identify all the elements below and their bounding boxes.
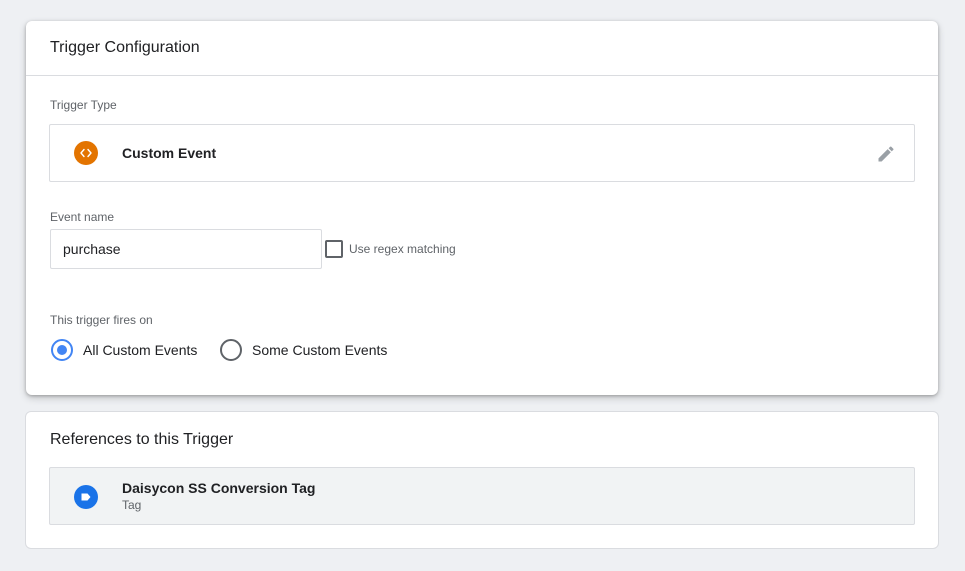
- radio-all-custom-events[interactable]: All Custom Events: [51, 339, 197, 361]
- trigger-type-name: Custom Event: [122, 145, 217, 161]
- event-name-label: Event name: [50, 210, 115, 224]
- references-card: References to this Trigger Daisycon SS C…: [25, 411, 939, 549]
- references-title: References to this Trigger: [50, 431, 234, 448]
- reference-type: Tag: [122, 498, 142, 512]
- radio-button[interactable]: [220, 339, 242, 361]
- trigger-configuration-card: Trigger Configuration Trigger Type Custo…: [26, 21, 938, 395]
- edit-trigger-type-button[interactable]: [874, 142, 898, 166]
- radio-some-custom-events[interactable]: Some Custom Events: [220, 339, 387, 361]
- pencil-icon: [876, 144, 896, 164]
- regex-checkbox[interactable]: [325, 240, 343, 258]
- fires-on-label: This trigger fires on: [50, 313, 153, 327]
- regex-checkbox-row[interactable]: Use regex matching: [325, 240, 456, 258]
- radio-label: Some Custom Events: [252, 342, 388, 358]
- trigger-type-label: Trigger Type: [50, 98, 117, 112]
- reference-name: Daisycon SS Conversion Tag: [122, 480, 316, 496]
- tag-icon: [74, 485, 98, 509]
- radio-label: All Custom Events: [83, 342, 198, 358]
- config-title: Trigger Configuration: [50, 39, 200, 56]
- radio-button-selected[interactable]: [51, 339, 73, 361]
- regex-checkbox-label: Use regex matching: [349, 242, 456, 256]
- reference-item[interactable]: Daisycon SS Conversion Tag Tag: [49, 467, 915, 525]
- trigger-type-box[interactable]: Custom Event: [49, 124, 915, 182]
- config-header: Trigger Configuration: [26, 21, 938, 76]
- event-name-input[interactable]: [50, 229, 322, 269]
- code-brackets-icon: [74, 141, 98, 165]
